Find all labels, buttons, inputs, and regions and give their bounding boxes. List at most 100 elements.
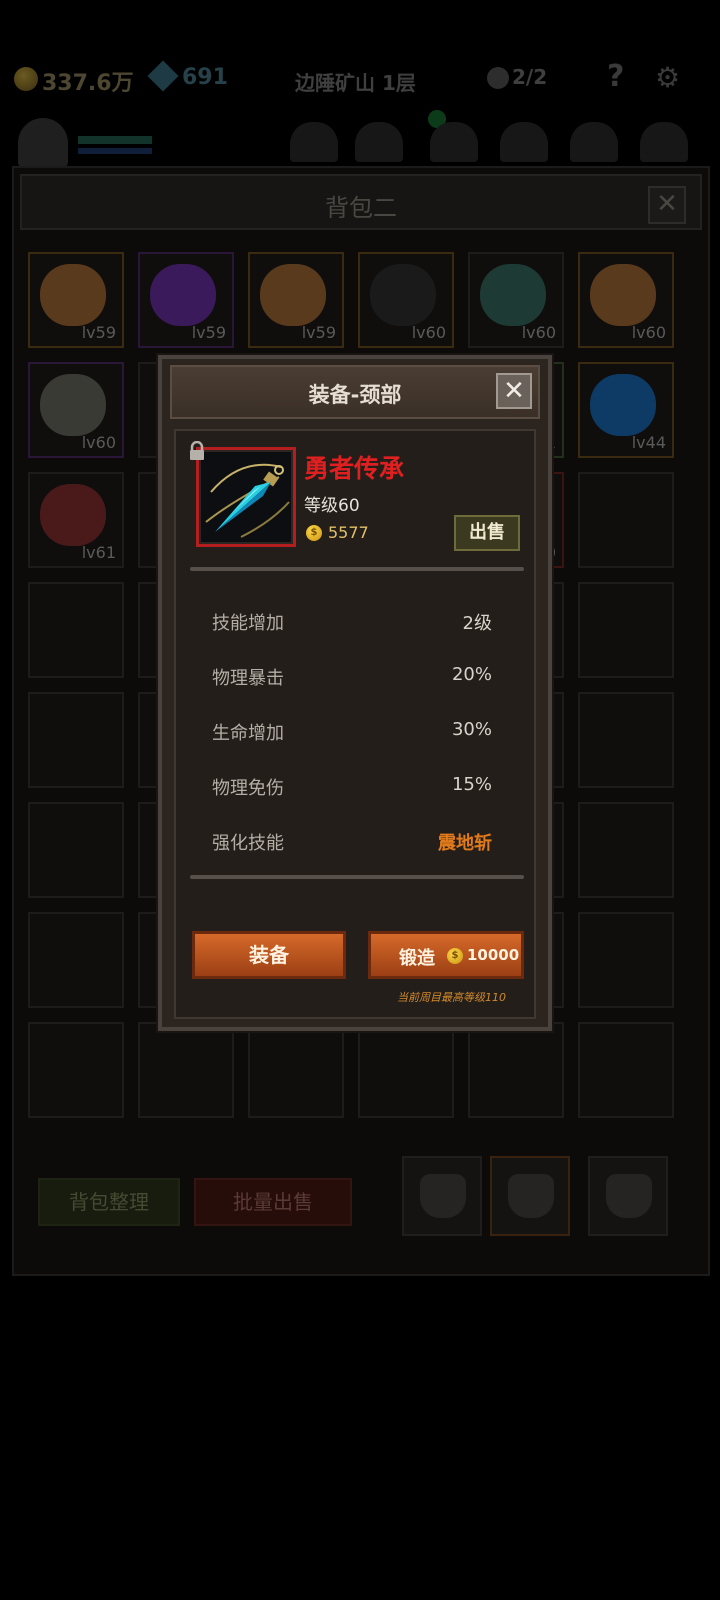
team-slot[interactable] (570, 122, 618, 162)
bag-slot[interactable] (138, 1022, 234, 1118)
gem-icon (147, 60, 179, 92)
bag-slot[interactable] (468, 1022, 564, 1118)
item-level-label: lv59 (81, 323, 116, 342)
dialog-body: 勇者传承 等级60 $ 5577 出售 技能增加 2级物理暴击 20% 生命增加 30%… (174, 429, 536, 1019)
divider (190, 875, 524, 879)
bag-slot[interactable]: lv59 (248, 252, 344, 348)
item-price: 5577 (328, 523, 369, 542)
gear-icon[interactable]: ⚙ (655, 61, 680, 94)
bag-slot[interactable] (28, 1022, 124, 1118)
item-icon-frame (196, 447, 296, 547)
item-icon (40, 264, 106, 326)
stat-value: 震地斩 (438, 833, 492, 854)
divider (190, 567, 524, 571)
stat-value: 15% (451, 774, 492, 795)
team-bar (0, 110, 720, 168)
pendant-icon (201, 452, 291, 542)
top-hud: 337.6万 691 边陲矿山 1层 2/2 ? ⚙ (0, 55, 720, 105)
item-level-label: lv44 (631, 433, 666, 452)
gold-amount: 337.6万 (42, 71, 134, 96)
bag-tab-2[interactable] (490, 1156, 570, 1236)
forge-cost: 10000 (467, 946, 520, 964)
item-level-label: lv60 (81, 433, 116, 452)
stat-name: 物理免伤 (212, 778, 284, 799)
bag-close-button[interactable]: ✕ (648, 186, 686, 224)
gold-coin-icon: $ (306, 525, 322, 541)
bag-slot[interactable] (578, 1022, 674, 1118)
stat-name: 生命增加 (212, 723, 284, 744)
bag-slot[interactable] (578, 912, 674, 1008)
backpack-icon (606, 1174, 652, 1218)
bag-tab-1[interactable] (402, 1156, 482, 1236)
stat-name: 强化技能 (212, 833, 284, 854)
forge-button[interactable]: 锻造 $ 10000 (368, 931, 524, 979)
dialog-close-button[interactable]: ✕ (496, 373, 532, 409)
bag-slot[interactable]: lv60 (28, 362, 124, 458)
dialog-title: 装备-颈部 (308, 383, 402, 407)
item-icon (480, 264, 546, 326)
lock-icon[interactable] (188, 441, 206, 461)
bag-slot[interactable] (578, 582, 674, 678)
equip-button[interactable]: 装备 (192, 931, 346, 979)
stat-value: 20% (451, 664, 492, 685)
item-level-label: lv59 (191, 323, 226, 342)
bag-slot[interactable] (578, 472, 674, 568)
team-slot[interactable] (500, 122, 548, 162)
bag-slot[interactable]: lv60 (578, 252, 674, 348)
gem-amount: 691 (182, 65, 228, 90)
stat-value: 30% (451, 719, 492, 740)
stat-row: 生命增加 30% (212, 719, 492, 749)
item-icon (370, 264, 436, 326)
bulk-sell-button[interactable]: 批量出售 (194, 1178, 352, 1226)
bag-slot[interactable] (28, 582, 124, 678)
stat-row: 物理暴击 20% (212, 664, 492, 694)
dialog-header: 装备-颈部 ✕ (170, 365, 540, 419)
bag-slot[interactable] (28, 692, 124, 788)
stat-value: 2级 (462, 613, 492, 634)
sell-button[interactable]: 出售 (454, 515, 520, 551)
item-icon (150, 264, 216, 326)
bag-slot[interactable]: lv59 (28, 252, 124, 348)
bag-slot[interactable] (28, 802, 124, 898)
stat-name: 技能增加 (212, 613, 284, 634)
item-level-label: lv60 (411, 323, 446, 342)
stat-name: 物理暴击 (212, 668, 284, 689)
bag-slot[interactable] (578, 802, 674, 898)
backpack-icon (508, 1174, 554, 1218)
item-level: 等级60 (304, 496, 360, 516)
max-level-note: 当前周目最高等级110 (397, 991, 506, 1004)
bag-slot[interactable]: lv44 (578, 362, 674, 458)
team-slot[interactable] (355, 122, 403, 162)
hero-portrait[interactable] (18, 118, 68, 168)
item-icon (590, 264, 656, 326)
bag-slot[interactable]: lv59 (138, 252, 234, 348)
team-slot[interactable] (430, 122, 478, 162)
bag-title: 背包二 (325, 194, 397, 222)
bag-slot[interactable]: lv61 (28, 472, 124, 568)
skull-icon (487, 67, 509, 89)
bag-header: 背包二 ✕ (20, 174, 702, 230)
item-name: 勇者传承 (304, 454, 405, 483)
team-slot[interactable] (640, 122, 688, 162)
item-icon (260, 264, 326, 326)
item-icon (590, 374, 656, 436)
gold-coin-icon: $ (447, 948, 463, 964)
bag-slot[interactable]: lv60 (468, 252, 564, 348)
gold-coin-icon (14, 67, 38, 91)
sort-bag-button[interactable]: 背包整理 (38, 1178, 180, 1226)
bag-slot[interactable]: lv60 (358, 252, 454, 348)
item-level-label: lv60 (631, 323, 666, 342)
bag-slot[interactable] (248, 1022, 344, 1118)
item-icon (40, 484, 106, 546)
team-slot[interactable] (290, 122, 338, 162)
stat-row: 物理免伤 15% (212, 774, 492, 804)
bag-tab-3[interactable] (588, 1156, 668, 1236)
bag-slot[interactable] (578, 692, 674, 788)
hp-bar (78, 136, 152, 144)
item-level-label: lv59 (301, 323, 336, 342)
help-icon[interactable]: ? (607, 59, 624, 94)
equipment-dialog: 装备-颈部 ✕ 勇者传承 等级60 $ 5577 出售 技能增加 2级 物理暴击… (158, 355, 552, 1031)
forge-label: 锻造 (399, 948, 435, 969)
bag-slot[interactable] (28, 912, 124, 1008)
bag-slot[interactable] (358, 1022, 454, 1118)
